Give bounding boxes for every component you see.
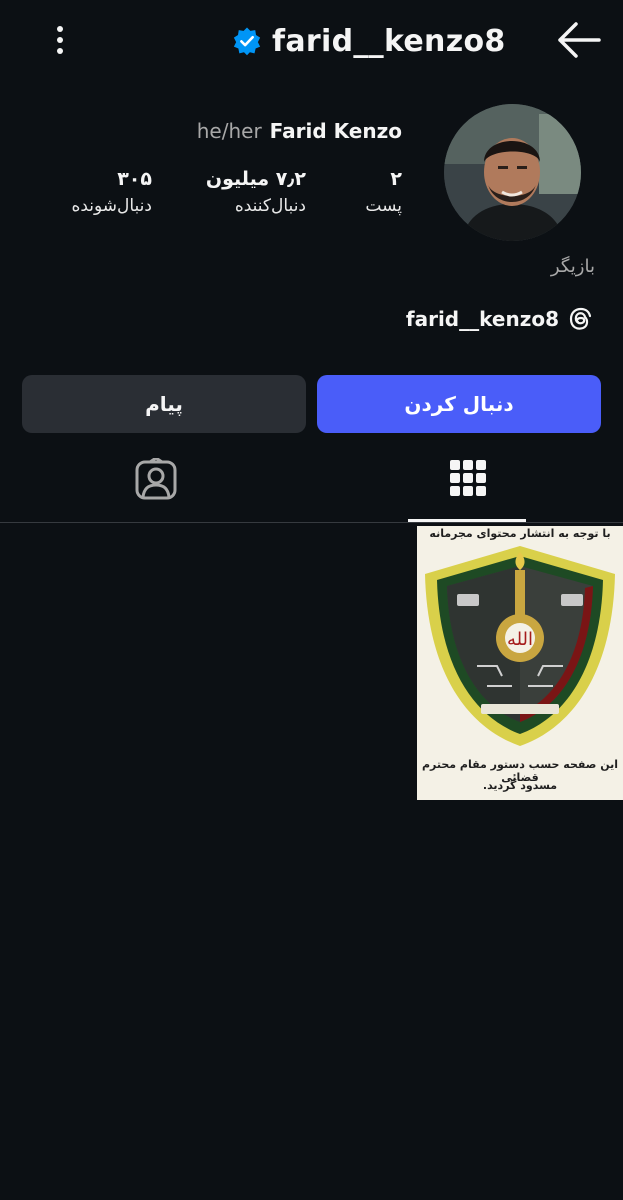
username-header: farid__kenzo8 <box>232 20 506 62</box>
tab-posts-grid[interactable] <box>312 448 623 522</box>
posts-count-value: ۲ <box>390 168 402 190</box>
followers-count-value: ۷٫۲ میلیون <box>205 168 306 190</box>
posts-count-label: پست <box>365 196 402 216</box>
tagged-person-icon <box>135 458 177 500</box>
svg-text:الله: الله <box>507 629 533 650</box>
tab-tagged[interactable] <box>0 448 312 522</box>
follow-button[interactable]: دنبال کردن <box>317 375 601 433</box>
followers-count-label: دنبال‌کننده <box>234 196 306 216</box>
profile-category: بازیگر <box>550 256 595 277</box>
avatar-photo <box>444 104 581 241</box>
following-count-value: ۳۰۵ <box>117 168 152 190</box>
grid-icon <box>450 460 486 496</box>
followers-count[interactable]: ۷٫۲ میلیون دنبال‌کننده <box>206 166 306 220</box>
posts-count: ۲ پست <box>365 166 402 220</box>
more-options-icon[interactable] <box>48 22 72 58</box>
profile-page: farid__kenzo8 he/her Farid Kenzo ۲ پست ۷… <box>0 0 623 1200</box>
message-button[interactable]: پیام <box>22 375 306 433</box>
post-thumbnail[interactable]: با توجه به انتشار محتوای مجرمانه الله ای… <box>417 526 623 800</box>
tab-divider <box>0 522 623 523</box>
pronouns: he/her <box>196 119 262 143</box>
following-count[interactable]: ۳۰۵ دنبال‌شونده <box>71 166 152 220</box>
back-arrow-icon[interactable] <box>556 20 602 60</box>
name-row: he/her Farid Kenzo <box>197 119 402 143</box>
verified-badge-icon <box>233 27 261 56</box>
post-bottom-text-2: مسدود گردید. <box>482 779 558 792</box>
threads-link[interactable]: farid__kenzo8 <box>406 306 593 332</box>
threads-handle: farid__kenzo8 <box>405 307 559 331</box>
profile-avatar[interactable] <box>444 104 581 241</box>
following-count-label: دنبال‌شونده <box>71 196 152 216</box>
threads-icon <box>569 307 592 330</box>
full-name: Farid Kenzo <box>269 119 402 143</box>
profile-username: farid__kenzo8 <box>272 23 506 59</box>
top-bar: farid__kenzo8 <box>0 0 623 80</box>
